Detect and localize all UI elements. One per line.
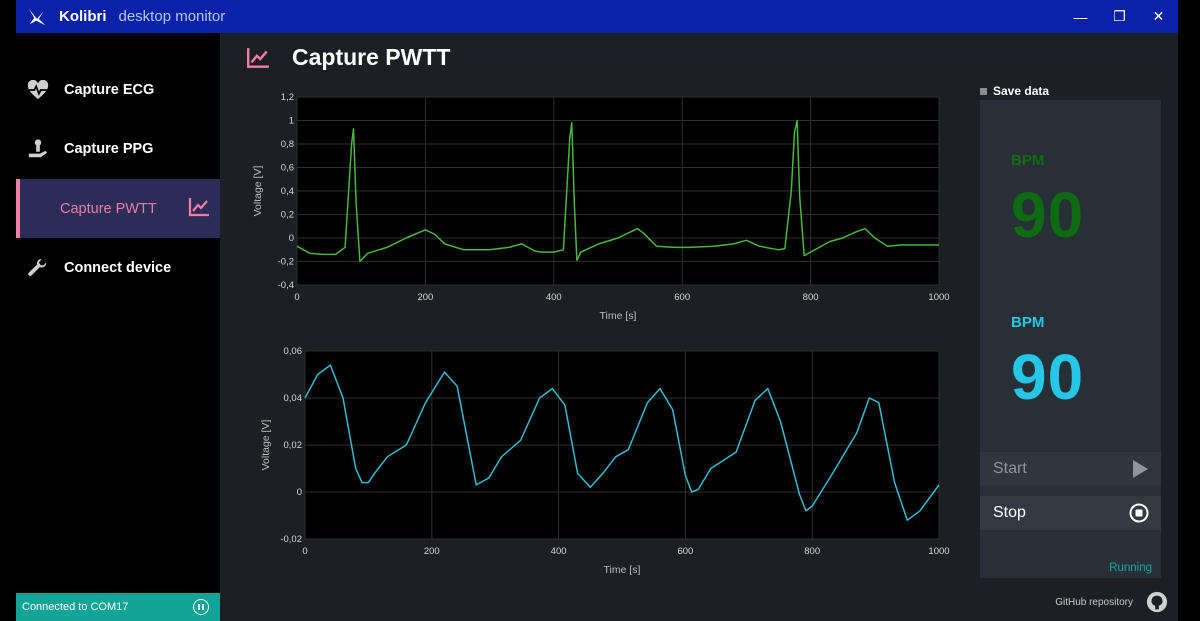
bpm-label-ppg: BPM xyxy=(1011,314,1045,331)
running-status: Running xyxy=(1109,562,1152,574)
stop-button[interactable]: Stop xyxy=(980,496,1161,530)
close-button[interactable]: ✕ xyxy=(1139,0,1178,33)
github-link[interactable]: GitHub repository xyxy=(1055,591,1168,613)
github-link-label: GitHub repository xyxy=(1055,596,1133,608)
ppg-x-tick-label: 1000 xyxy=(928,546,949,557)
ppg-x-tick-label: 600 xyxy=(677,546,693,557)
bpm-value-ecg: 90 xyxy=(1011,179,1085,251)
ppg-y-tick-label: 0,06 xyxy=(284,346,303,357)
ppg-x-tick-label: 400 xyxy=(551,546,567,557)
save-data-checkbox[interactable]: Save data xyxy=(980,84,1049,98)
ppg-y-tick-label: 0,02 xyxy=(284,440,303,451)
maximize-button[interactable]: ❐ xyxy=(1100,0,1139,33)
control-panel: BPM 90 BPM 90 Start Stop Running xyxy=(980,100,1161,578)
ppg-y-tick-label: -0,02 xyxy=(280,534,302,545)
ppg-x-tick-label: 800 xyxy=(804,546,820,557)
stop-icon xyxy=(1129,503,1149,523)
ppg-chart: 0,060,040,020-0,020 200 400 600 800 1000Time … xyxy=(260,346,950,576)
play-icon xyxy=(1133,460,1148,478)
ppg-y-tick-label: 0,04 xyxy=(284,393,303,404)
bpm-label-ecg: BPM xyxy=(1011,152,1045,169)
stop-label: Stop xyxy=(993,504,1026,521)
app-window: Kolibri desktop monitor — ❐ ✕ Capture EC… xyxy=(16,0,1178,621)
start-label: Start xyxy=(993,460,1027,477)
ppg-x-tick-label: 200 xyxy=(424,546,440,557)
checkbox-icon xyxy=(980,87,987,95)
ppg-x-axis-label: Time [s] xyxy=(604,564,641,576)
start-button[interactable]: Start xyxy=(980,452,1161,486)
github-icon xyxy=(1146,591,1168,613)
ppg-y-axis-label: Voltage [V] xyxy=(260,420,272,471)
bpm-value-ppg: 90 xyxy=(1011,341,1085,413)
ppg-y-tick-label: 0 xyxy=(297,487,302,498)
minimize-button[interactable]: — xyxy=(1061,0,1100,33)
ppg-x-tick-label: 0 xyxy=(302,546,307,557)
save-data-label: Save data xyxy=(993,84,1050,98)
